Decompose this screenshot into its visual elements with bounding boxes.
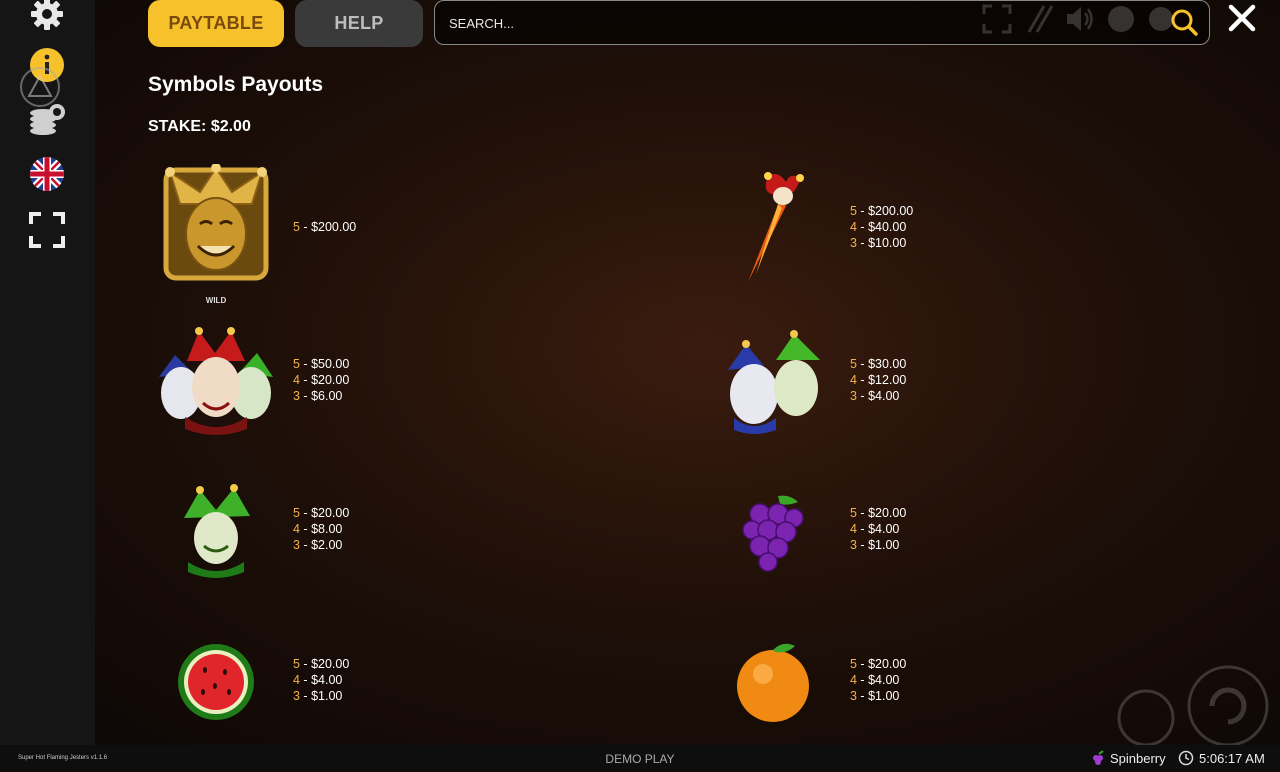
paytable-grapes: 5 - $20.00 4 - $4.00 3 - $1.00 xyxy=(850,506,907,552)
stake-label: STAKE: $2.00 xyxy=(148,118,251,135)
payout: $4.00 xyxy=(868,673,900,687)
count: 5 xyxy=(293,357,300,371)
clock-icon xyxy=(1178,750,1194,766)
payout: $1.00 xyxy=(868,538,900,552)
autoplay-icon xyxy=(1117,689,1175,747)
count: 4 xyxy=(850,373,857,387)
payout: $20.00 xyxy=(311,657,350,671)
gear-icon xyxy=(1149,7,1173,31)
tab-paytable[interactable]: PAYTABLE xyxy=(148,0,284,47)
payout: $20.00 xyxy=(311,506,350,520)
payout: $200.00 xyxy=(311,220,357,234)
count: 5 xyxy=(293,657,300,671)
count: 4 xyxy=(293,673,300,687)
payout: $12.00 xyxy=(868,373,907,387)
payout: $8.00 xyxy=(311,522,343,536)
count: 3 xyxy=(850,389,857,403)
payout: $20.00 xyxy=(868,657,907,671)
count: 3 xyxy=(293,538,300,552)
orange-icon xyxy=(733,640,813,724)
info-icon xyxy=(1108,6,1134,32)
flaming-scepter-icon xyxy=(728,170,818,288)
wild-label: WILD xyxy=(205,296,227,305)
count: 3 xyxy=(293,689,300,703)
fullscreen-icon[interactable] xyxy=(28,211,66,249)
count: 5 xyxy=(293,506,300,520)
count: 3 xyxy=(850,236,857,250)
sidebar xyxy=(0,0,95,745)
paytable-orange: 5 - $20.00 4 - $4.00 3 - $1.00 xyxy=(850,657,907,703)
green-jester-icon xyxy=(178,484,254,578)
paytable-scepter: 5 - $200.00 4 - $40.00 3 - $10.00 xyxy=(850,204,914,250)
count: 4 xyxy=(850,522,857,536)
three-jesters-icon xyxy=(155,325,277,437)
footer: Super Hot Flaming Jesters v1.1.6 DEMO PL… xyxy=(0,745,1280,772)
payout: $6.00 xyxy=(311,389,343,403)
watermelon-icon xyxy=(175,640,257,724)
payout: $2.00 xyxy=(311,538,343,552)
wild-jester-gold-icon xyxy=(160,163,272,285)
turbo-icon xyxy=(1027,5,1054,33)
payout: $4.00 xyxy=(868,522,900,536)
count: 4 xyxy=(850,220,857,234)
brand-name: Spinberry xyxy=(1110,750,1166,766)
count: 4 xyxy=(293,373,300,387)
clock-time: 5:06:17 AM xyxy=(1199,750,1265,766)
payout: $1.00 xyxy=(311,689,343,703)
coins-icon[interactable] xyxy=(28,100,66,138)
count: 3 xyxy=(293,389,300,403)
paytable-three-jesters: 5 - $50.00 4 - $20.00 3 - $6.00 xyxy=(293,357,350,403)
paytable-wild: 5 - $200.00 xyxy=(293,220,357,234)
payout: $20.00 xyxy=(868,506,907,520)
count: 4 xyxy=(293,522,300,536)
count: 5 xyxy=(850,357,857,371)
payout: $30.00 xyxy=(868,357,907,371)
payout: $20.00 xyxy=(311,373,350,387)
count: 5 xyxy=(850,657,857,671)
speaker-icon xyxy=(1067,7,1093,31)
paytable-green-jester: 5 - $20.00 4 - $8.00 3 - $2.00 xyxy=(293,506,350,552)
count: 4 xyxy=(850,673,857,687)
payout: $200.00 xyxy=(868,204,914,218)
uk-flag-icon[interactable] xyxy=(28,155,66,193)
clock: 5:06:17 AM xyxy=(1178,750,1265,766)
payout: $4.00 xyxy=(868,389,900,403)
topbar: PAYTABLE HELP xyxy=(148,0,1280,48)
paytable-watermelon: 5 - $20.00 4 - $4.00 3 - $1.00 xyxy=(293,657,350,703)
payout: $4.00 xyxy=(311,673,343,687)
close-icon[interactable] xyxy=(1224,0,1260,36)
spin-icon xyxy=(1187,665,1269,747)
demo-play-label: DEMO PLAY xyxy=(605,752,675,766)
page-title: Symbols Payouts xyxy=(148,73,324,96)
count: 3 xyxy=(850,689,857,703)
gear-icon[interactable] xyxy=(28,0,66,33)
grapes-icon xyxy=(738,492,808,574)
spinberry-logo-icon xyxy=(1093,750,1104,765)
payout: $40.00 xyxy=(868,220,907,234)
two-jesters-icon xyxy=(724,330,824,434)
count: 5 xyxy=(850,204,857,218)
tab-help[interactable]: HELP xyxy=(295,0,423,47)
count: 5 xyxy=(293,220,300,234)
payout: $1.00 xyxy=(868,689,900,703)
payout: $10.00 xyxy=(868,236,907,250)
payout: $50.00 xyxy=(311,357,350,371)
count: 3 xyxy=(850,538,857,552)
count: 5 xyxy=(850,506,857,520)
fullscreen-icon xyxy=(982,4,1012,34)
brand: Spinberry xyxy=(1090,750,1166,766)
paytable-two-jesters: 5 - $30.00 4 - $12.00 3 - $4.00 xyxy=(850,357,907,403)
